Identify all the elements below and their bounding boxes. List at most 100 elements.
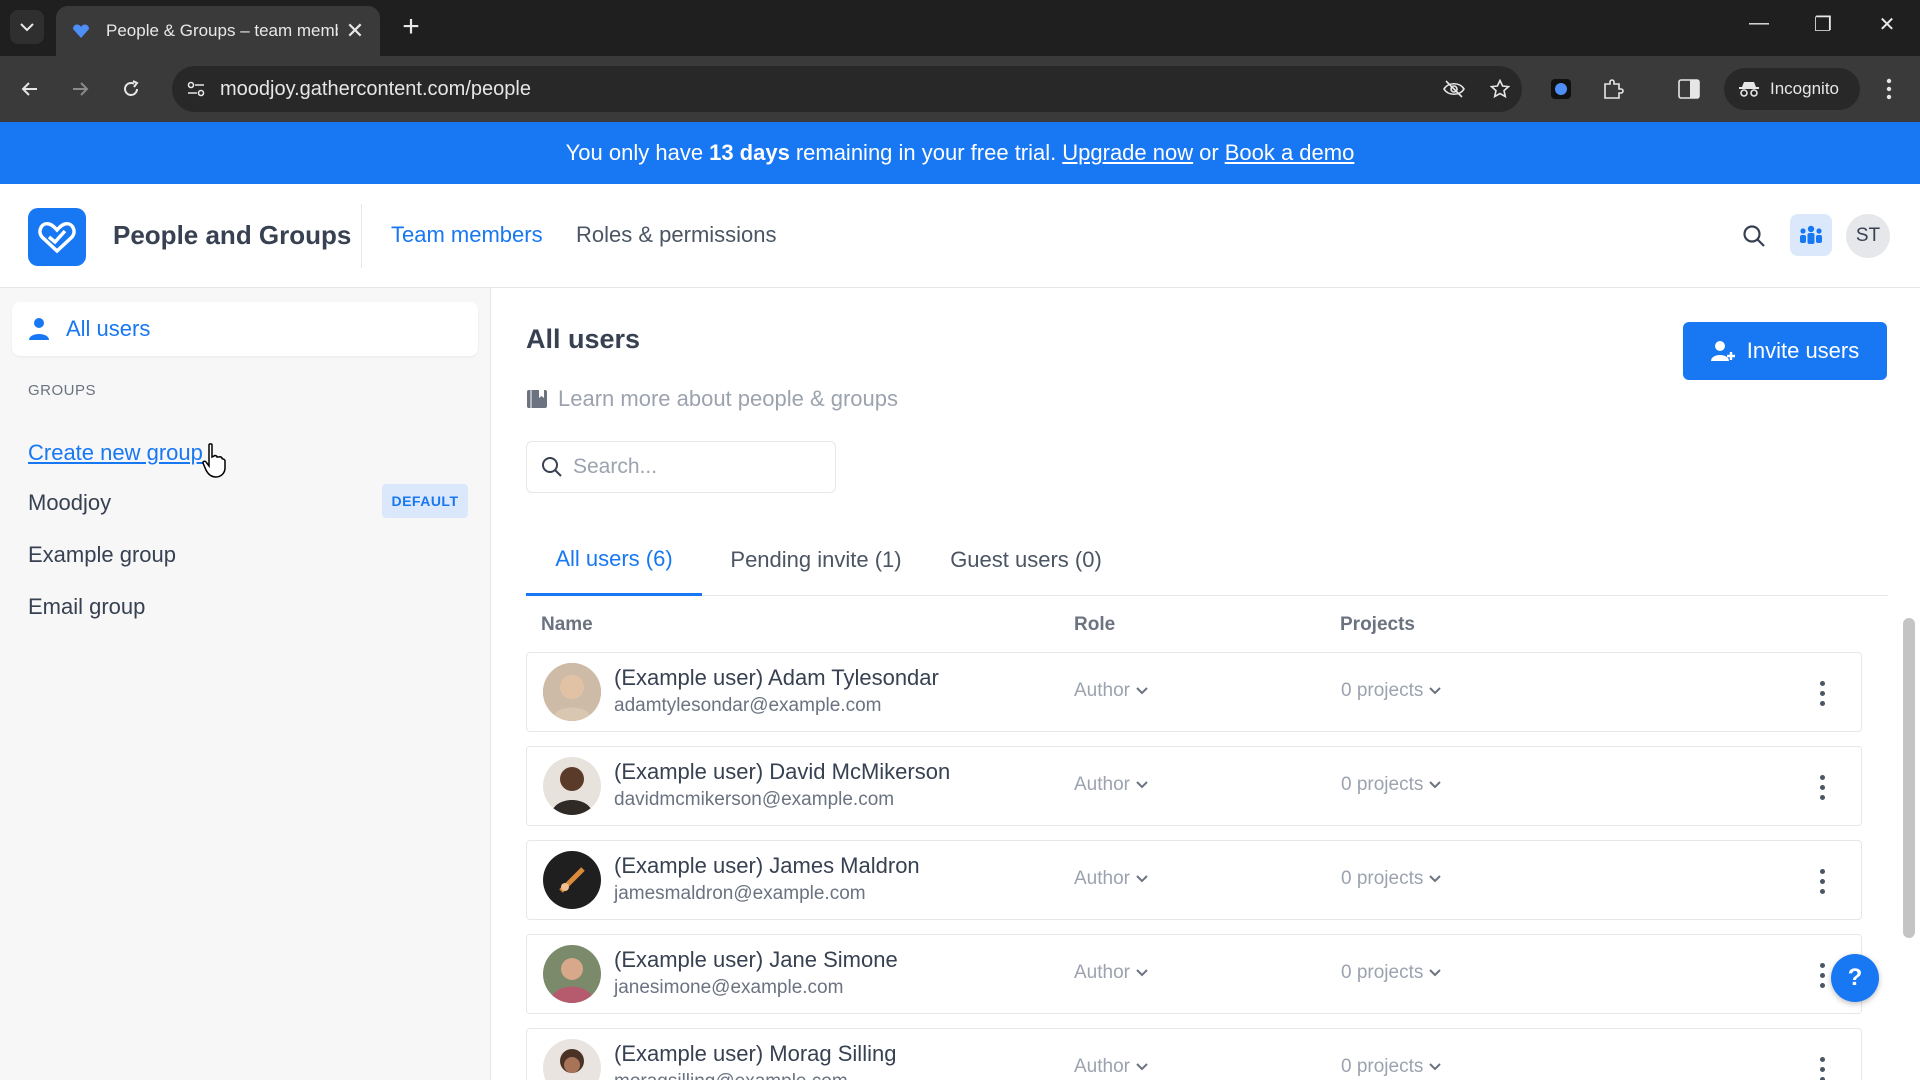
gathercontent-favicon-icon (73, 24, 89, 38)
tab-search-button[interactable] (10, 10, 44, 44)
minimize-icon[interactable]: — (1744, 12, 1774, 35)
extensions-puzzle-icon[interactable] (1596, 72, 1630, 106)
row-menu-icon[interactable] (1809, 863, 1835, 899)
close-window-icon[interactable]: ✕ (1872, 12, 1902, 37)
projects-dropdown[interactable]: 0 projects (1341, 868, 1442, 890)
table-row: (Example user) David McMikerson davidmcm… (526, 746, 1862, 826)
user-email: jamesmaldron@example.com (614, 883, 866, 904)
browser-tab-title: People & Groups – team memb (106, 21, 338, 40)
role-dropdown[interactable]: Author (1074, 1056, 1148, 1078)
page-title: All users (526, 324, 641, 354)
row-menu-icon[interactable] (1809, 769, 1835, 805)
sidebar-item-label: All users (66, 316, 151, 341)
search-icon[interactable] (1736, 218, 1772, 254)
projects-dropdown[interactable]: 0 projects (1341, 680, 1442, 702)
projects-value: 0 projects (1341, 774, 1424, 795)
close-tab-icon[interactable]: ✕ (344, 18, 366, 44)
role-dropdown[interactable]: Author (1074, 774, 1148, 796)
role-dropdown[interactable]: Author (1074, 680, 1148, 702)
chevron-down-icon (1136, 687, 1148, 695)
user-avatar[interactable]: ST (1846, 214, 1890, 258)
incognito-icon (1739, 82, 1759, 97)
user-icon (29, 318, 49, 340)
scrollbar-thumb[interactable] (1903, 618, 1915, 938)
role-dropdown[interactable]: Author (1074, 868, 1148, 890)
projects-value: 0 projects (1341, 962, 1424, 983)
browser-tab-bar: People & Groups – team memb ✕ + — ❐ ✕ (0, 0, 1920, 56)
url-text: moodjoy.gathercontent.com/people (220, 77, 531, 100)
table-row: (Example user) Adam Tylesondar adamtyles… (526, 652, 1862, 732)
browser-toolbar: moodjoy.gathercontent.com/people Incogni… (0, 56, 1920, 122)
table-row: (Example user) James Maldron jamesmaldro… (526, 840, 1862, 920)
table-row: (Example user) Jane Simone janesimone@ex… (526, 934, 1862, 1014)
avatar (543, 945, 601, 1003)
chevron-down-icon (1136, 875, 1148, 883)
column-header-role: Role (1074, 614, 1116, 635)
projects-dropdown[interactable]: 0 projects (1341, 962, 1442, 984)
chevron-down-icon (1136, 781, 1148, 789)
role-value: Author (1074, 1056, 1130, 1077)
incognito-indicator[interactable]: Incognito (1724, 68, 1860, 110)
banner-middle: remaining in your free trial. (795, 140, 1057, 165)
new-tab-icon[interactable]: + (396, 12, 426, 42)
bookmark-star-icon[interactable] (1484, 66, 1516, 112)
gathercontent-logo[interactable] (28, 208, 86, 266)
user-email: janesimone@example.com (614, 977, 844, 998)
tab-guest-users[interactable]: Guest users (0) (936, 524, 1116, 596)
chevron-down-icon (1429, 969, 1442, 977)
back-icon[interactable] (14, 73, 46, 105)
scrollbar[interactable] (1898, 598, 1920, 1080)
invite-users-label: Invite users (1746, 338, 1860, 363)
people-groups-icon[interactable] (1790, 214, 1832, 256)
address-bar[interactable]: moodjoy.gathercontent.com/people (172, 66, 1522, 112)
tab-roles-permissions[interactable]: Roles & permissions (576, 222, 777, 248)
incognito-label: Incognito (1770, 79, 1839, 98)
side-panel-icon[interactable] (1672, 72, 1706, 106)
app-header: People and Groups Team members Roles & p… (0, 184, 1920, 288)
app-title: People and Groups (113, 220, 352, 250)
row-menu-icon[interactable] (1809, 1051, 1835, 1080)
search-icon (542, 457, 562, 477)
banner-prefix: You only have (565, 140, 704, 165)
add-user-icon (1710, 341, 1735, 361)
row-menu-icon[interactable] (1809, 675, 1835, 711)
restore-icon[interactable]: ❐ (1808, 12, 1838, 37)
search-field[interactable] (526, 441, 836, 493)
browser-menu-icon[interactable] (1872, 72, 1906, 106)
column-header-projects: Projects (1340, 614, 1415, 635)
default-badge: DEFAULT (382, 484, 468, 518)
tab-pending-invite[interactable]: Pending invite (1) (716, 524, 916, 596)
groups-heading: GROUPS (28, 382, 97, 399)
chevron-down-icon (1429, 781, 1442, 789)
help-button[interactable]: ? (1831, 954, 1879, 1002)
book-demo-link[interactable]: Book a demo (1225, 140, 1355, 166)
upgrade-now-link[interactable]: Upgrade now (1062, 140, 1193, 166)
sidebar: All users GROUPS Create new group Moodjo… (0, 288, 491, 1080)
sidebar-item-email-group[interactable]: Email group (28, 594, 145, 620)
reload-icon[interactable] (115, 73, 147, 105)
sidebar-item-all-users[interactable]: All users (12, 302, 478, 356)
create-new-group-link[interactable]: Create new group (28, 440, 203, 466)
avatar (543, 851, 601, 909)
search-input[interactable] (573, 455, 813, 479)
learn-more-link[interactable]: Learn more about people & groups (526, 386, 898, 412)
projects-value: 0 projects (1341, 1056, 1424, 1077)
projects-value: 0 projects (1341, 680, 1424, 701)
projects-dropdown[interactable]: 0 projects (1341, 774, 1442, 796)
tab-team-members[interactable]: Team members (391, 222, 543, 248)
role-dropdown[interactable]: Author (1074, 962, 1148, 984)
eye-off-icon[interactable] (1438, 66, 1470, 112)
browser-tab[interactable]: People & Groups – team memb ✕ (56, 6, 380, 56)
extension-icon[interactable] (1544, 72, 1578, 106)
forward-icon[interactable] (64, 73, 96, 105)
role-value: Author (1074, 774, 1130, 795)
sidebar-item-example-group[interactable]: Example group (28, 542, 176, 568)
projects-dropdown[interactable]: 0 projects (1341, 1056, 1442, 1078)
header-divider (361, 204, 362, 268)
invite-users-button[interactable]: Invite users (1683, 322, 1887, 380)
user-name: (Example user) Morag Silling (614, 1041, 897, 1066)
avatar (543, 757, 601, 815)
tab-all-users[interactable]: All users (6) (526, 524, 702, 596)
sidebar-item-moodjoy[interactable]: Moodjoy (28, 490, 111, 516)
site-settings-icon[interactable] (180, 66, 212, 112)
